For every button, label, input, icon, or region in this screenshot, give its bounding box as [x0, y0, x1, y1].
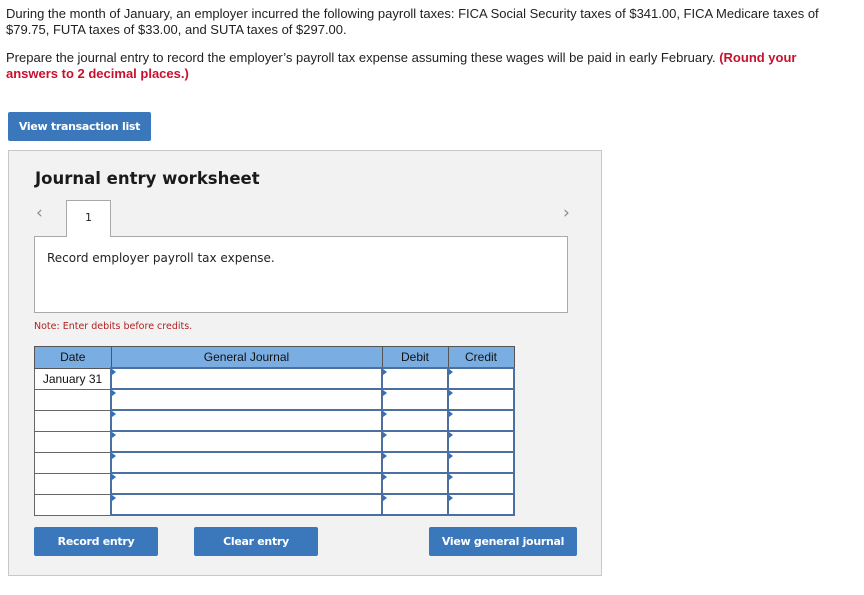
question-prompt: Prepare the journal entry to record the … [6, 50, 716, 65]
credit-input[interactable] [447, 430, 515, 453]
table-row [34, 472, 515, 495]
account-input[interactable] [110, 451, 383, 474]
date-cell: January 31 [34, 367, 112, 390]
chevron-right-icon[interactable]: › [563, 203, 570, 223]
worksheet-title: Journal entry worksheet [35, 169, 260, 188]
debit-input[interactable] [381, 493, 449, 516]
date-cell [34, 409, 112, 432]
question-paragraph-1: During the month of January, an employer… [6, 6, 819, 37]
account-input[interactable] [110, 367, 383, 390]
date-cell [34, 472, 112, 495]
table-row [34, 493, 515, 516]
account-input[interactable] [110, 388, 383, 411]
transaction-description: Record employer payroll tax expense. [34, 236, 568, 313]
table-row [34, 430, 515, 453]
debit-credit-note: Note: Enter debits before credits. [34, 321, 193, 332]
account-input[interactable] [110, 430, 383, 453]
question-text: During the month of January, an employer… [6, 6, 846, 94]
header-credit: Credit [447, 346, 515, 369]
description-text: Record employer payroll tax expense. [47, 251, 275, 265]
account-input[interactable] [110, 409, 383, 432]
journal-entry-worksheet: Journal entry worksheet ‹ 1 › Record emp… [8, 150, 602, 576]
question-paragraph-2: Prepare the journal entry to record the … [6, 50, 846, 82]
debit-input[interactable] [381, 430, 449, 453]
debit-input[interactable] [381, 451, 449, 474]
chevron-left-icon[interactable]: ‹ [36, 203, 43, 223]
debit-input[interactable] [381, 388, 449, 411]
header-debit: Debit [381, 346, 449, 369]
clear-entry-button[interactable]: Clear entry [194, 527, 318, 556]
journal-table: Date General Journal Debit Credit Januar… [34, 346, 515, 516]
date-cell [34, 388, 112, 411]
view-transaction-list-button[interactable]: View transaction list [8, 112, 151, 141]
date-cell [34, 451, 112, 474]
debit-input[interactable] [381, 367, 449, 390]
header-date: Date [34, 346, 112, 369]
credit-input[interactable] [447, 409, 515, 432]
debit-input[interactable] [381, 409, 449, 432]
credit-input[interactable] [447, 388, 515, 411]
credit-input[interactable] [447, 472, 515, 495]
account-input[interactable] [110, 493, 383, 516]
journal-header-row: Date General Journal Debit Credit [34, 346, 515, 369]
account-input[interactable] [110, 472, 383, 495]
date-cell [34, 430, 112, 453]
credit-input[interactable] [447, 451, 515, 474]
table-row [34, 409, 515, 432]
table-row: January 31 [34, 367, 515, 390]
debit-input[interactable] [381, 472, 449, 495]
credit-input[interactable] [447, 493, 515, 516]
date-cell [34, 493, 112, 516]
table-row [34, 451, 515, 474]
record-entry-button[interactable]: Record entry [34, 527, 158, 556]
view-general-journal-button[interactable]: View general journal [429, 527, 577, 556]
tab-1[interactable]: 1 [66, 200, 111, 237]
credit-input[interactable] [447, 367, 515, 390]
header-general-journal: General Journal [110, 346, 383, 369]
table-row [34, 388, 515, 411]
